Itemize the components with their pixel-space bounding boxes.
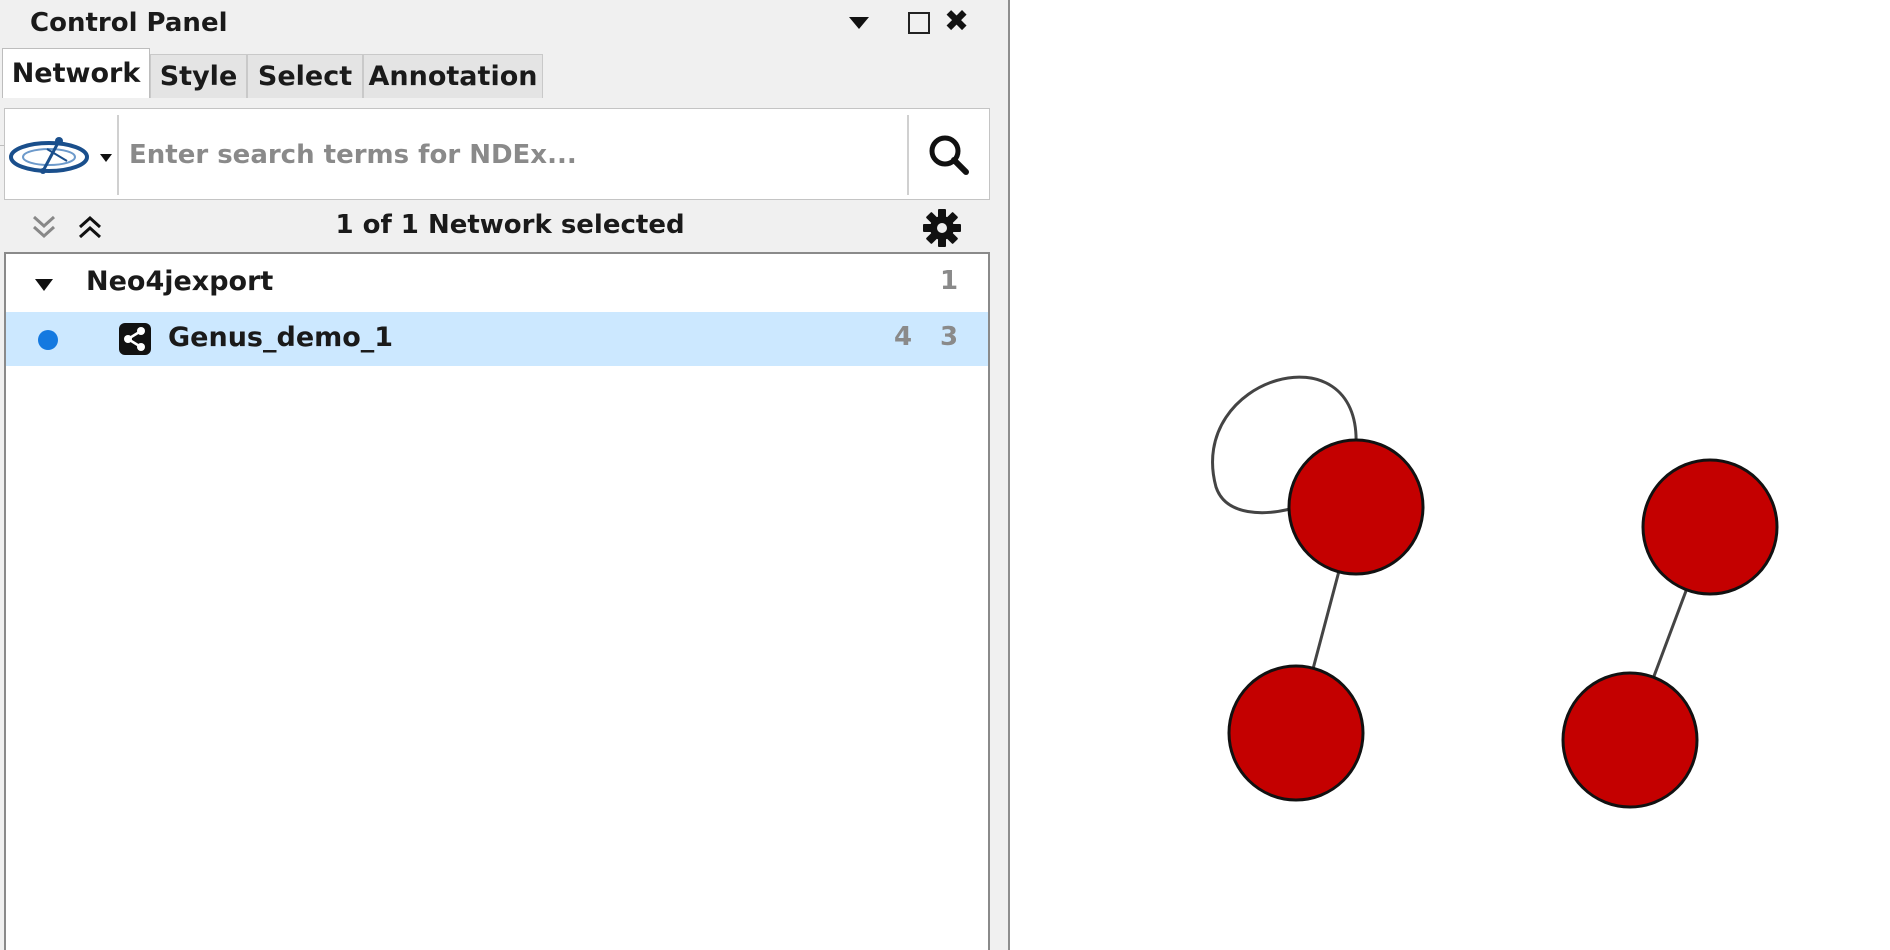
expand-triangle-icon[interactable] bbox=[34, 278, 54, 292]
ndex-search-bar bbox=[4, 108, 990, 200]
network-node-count: 4 bbox=[894, 322, 913, 352]
network-selected-count: 1 of 1 Network selected bbox=[335, 210, 685, 240]
collection-name: Neo4jexport bbox=[86, 266, 274, 297]
graph-node-n1[interactable] bbox=[1287, 438, 1425, 576]
gear-icon[interactable] bbox=[922, 208, 962, 248]
network-name: Genus_demo_1 bbox=[168, 322, 394, 353]
current-network-indicator bbox=[38, 330, 58, 350]
network-row[interactable]: Genus_demo_1 4 3 bbox=[6, 312, 988, 366]
tab-network[interactable]: Network bbox=[2, 48, 150, 98]
tab-style[interactable]: Style bbox=[150, 54, 247, 98]
collection-network-count: 1 bbox=[940, 266, 959, 296]
search-separator bbox=[117, 115, 119, 195]
control-panel: Control Panel ✖ Network Style Select Ann… bbox=[0, 0, 1010, 950]
panel-menu-dropdown-icon[interactable] bbox=[848, 14, 870, 32]
network-tree: Neo4jexport 1 Genus_demo_1 4 3 bbox=[4, 252, 990, 950]
ndex-source-dropdown-icon[interactable] bbox=[99, 153, 113, 163]
panel-title: Control Panel bbox=[30, 8, 228, 38]
panel-float-icon[interactable] bbox=[908, 12, 930, 34]
ndex-logo-icon[interactable] bbox=[9, 131, 93, 179]
panel-close-icon[interactable]: ✖ bbox=[944, 6, 969, 38]
panel-tabs: Network Style Select Annotation bbox=[0, 48, 1008, 146]
graph-node-n3[interactable] bbox=[1641, 458, 1779, 596]
collapse-all-icon[interactable] bbox=[30, 212, 58, 242]
network-list-toolbar: 1 of 1 Network selected bbox=[0, 204, 990, 250]
network-view[interactable] bbox=[1010, 0, 1890, 950]
graph-node-n4[interactable] bbox=[1561, 671, 1699, 809]
collection-row[interactable]: Neo4jexport 1 bbox=[6, 256, 988, 310]
network-share-icon bbox=[119, 323, 151, 355]
panel-title-bar: Control Panel ✖ bbox=[0, 0, 1008, 46]
tab-select[interactable]: Select bbox=[247, 54, 363, 98]
network-canvas[interactable] bbox=[1010, 0, 1890, 950]
expand-all-icon[interactable] bbox=[76, 212, 104, 242]
search-icon[interactable] bbox=[921, 127, 977, 183]
graph-node-n2[interactable] bbox=[1227, 664, 1365, 802]
ndex-search-input[interactable] bbox=[129, 131, 899, 179]
search-separator-right bbox=[907, 115, 909, 195]
network-edge-count: 3 bbox=[940, 322, 959, 352]
tab-annotation[interactable]: Annotation bbox=[363, 54, 543, 98]
